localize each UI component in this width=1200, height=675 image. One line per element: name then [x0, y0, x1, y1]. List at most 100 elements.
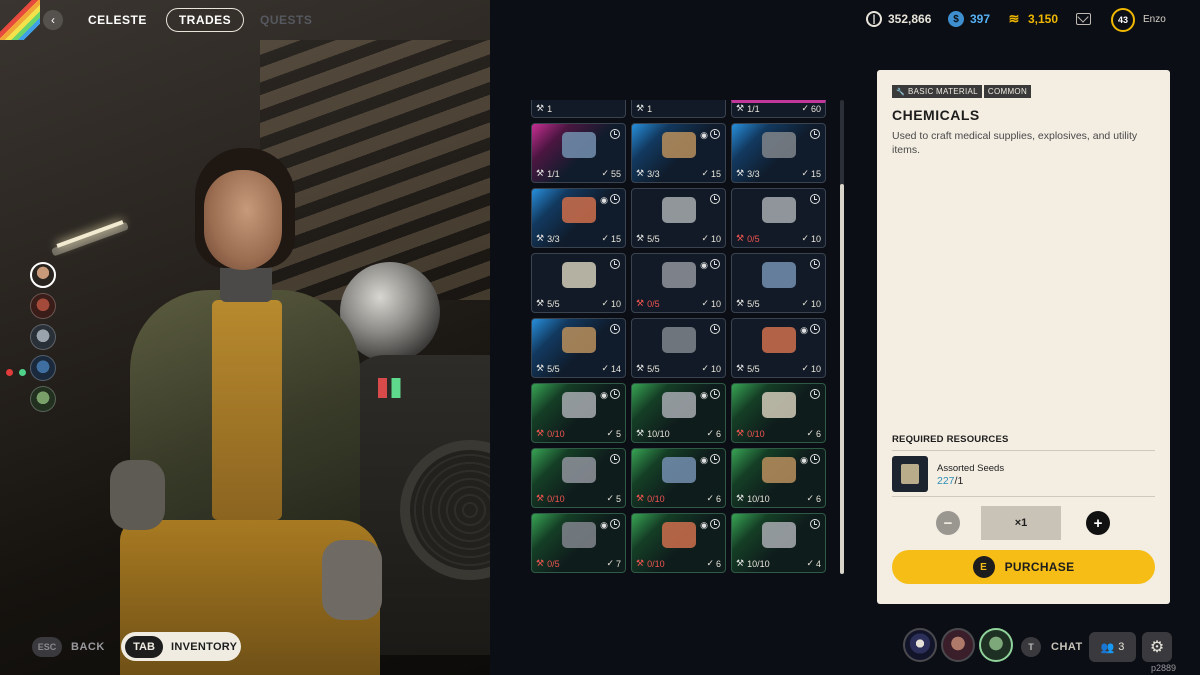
trade-item-slot[interactable]: ◉ ⚒ 10/10 ✓ 6 [631, 383, 726, 443]
purchase-button[interactable]: E PURCHASE [892, 550, 1155, 584]
watch-eye-icon: ◉ [800, 455, 808, 465]
esc-key-hint[interactable]: ESC [32, 637, 62, 657]
item-image [662, 197, 696, 223]
trade-item-slot[interactable]: ⚒ 1/1 ✓ 60 [731, 100, 826, 118]
item-price: ✓ 10 [801, 298, 821, 309]
price-value: 7 [615, 558, 621, 569]
wrench-icon: ⚒ [736, 493, 745, 503]
wrench-icon: 🔧 [896, 88, 906, 96]
item-price: ✓ 10 [601, 298, 621, 309]
currency-check-icon: ✓ [601, 168, 609, 178]
chat-key-hint[interactable]: T [1021, 637, 1041, 657]
watch-eye-icon: ◉ [800, 325, 808, 335]
resource-thumbnail[interactable] [892, 456, 928, 492]
trade-item-slot[interactable]: ⚒ 5/5 ✓ 10 [731, 253, 826, 313]
trade-item-slot[interactable]: ◉ ⚒ 3/3 ✓ 15 [631, 123, 726, 183]
divider [892, 496, 1155, 497]
chat-label[interactable]: CHAT [1051, 641, 1083, 653]
trader-avatar-2[interactable] [30, 293, 56, 319]
item-image [662, 262, 696, 288]
party-avatar-2[interactable] [941, 628, 975, 662]
stock-count: 3/3 [547, 233, 560, 244]
trade-item-slot[interactable]: ⚒ 3/3 ✓ 15 [731, 123, 826, 183]
top-bar: ‹ CELESTE TRADES QUESTS | 352,866 $ 397 … [0, 0, 1200, 40]
trade-item-slot[interactable]: ◉ ⚒ 3/3 ✓ 15 [531, 188, 626, 248]
tab-quests[interactable]: QUESTS [260, 13, 312, 27]
trade-item-slot[interactable]: ⚒ 5/5 ✓ 10 [531, 253, 626, 313]
item-stock: ⚒ 1/1 [536, 168, 560, 179]
trade-item-slot[interactable]: ⚒ 0/10 ✓ 5 [531, 448, 626, 508]
back-label[interactable]: BACK [71, 641, 105, 653]
timer-icon [710, 194, 720, 204]
mail-icon[interactable] [1076, 13, 1091, 25]
currency-blue: $ 397 [948, 11, 990, 27]
quantity-display: ×1 [981, 506, 1061, 540]
trade-item-slot[interactable]: ◉ ⚒ 5/5 ✓ 10 [731, 318, 826, 378]
price-value: 5 [615, 428, 621, 439]
divider [892, 450, 1155, 451]
stock-count: 0/10 [547, 493, 565, 504]
price-value: 6 [715, 428, 721, 439]
trade-item-slot[interactable]: ◉ ⚒ 10/10 ✓ 6 [731, 448, 826, 508]
trade-item-slot[interactable]: ◉ ⚒ 0/10 ✓ 6 [631, 448, 726, 508]
inventory-button[interactable]: TAB INVENTORY [121, 632, 241, 661]
player-name[interactable]: Enzo [1143, 14, 1166, 25]
settings-button[interactable]: ⚙ [1142, 632, 1172, 662]
scrollbar-thumb[interactable] [840, 184, 844, 574]
party-button[interactable]: 👥 3 [1089, 632, 1136, 662]
item-stock: ⚒ 0/5 [536, 558, 560, 569]
item-price: ✓ 10 [701, 233, 721, 244]
inventory-label: INVENTORY [171, 640, 238, 653]
trade-item-slot[interactable]: ◉ ⚒ 0/10 ✓ 5 [531, 383, 626, 443]
item-price: ✓ 6 [806, 493, 821, 504]
increase-quantity-button[interactable]: + [1086, 511, 1110, 535]
back-arrow-button[interactable]: ‹ [43, 10, 63, 30]
trade-item-slot[interactable]: ⚒ 1/1 ✓ 55 [531, 123, 626, 183]
party-avatar-3[interactable] [979, 628, 1013, 662]
trade-item-slot[interactable]: ◉ ⚒ 0/10 ✓ 6 [631, 513, 726, 573]
back-arrow-icon: ‹ [51, 13, 55, 27]
decrease-quantity-button[interactable]: − [936, 511, 960, 535]
trade-item-slot[interactable]: ⚒ 0/5 ✓ 10 [731, 188, 826, 248]
stock-count: 5/5 [547, 363, 560, 374]
trade-item-slot[interactable]: ⚒ 10/10 ✓ 4 [731, 513, 826, 573]
item-image [662, 392, 696, 418]
trade-item-slot[interactable]: ⚒ 5/5 ✓ 10 [631, 188, 726, 248]
wrench-icon: ⚒ [636, 233, 645, 243]
stock-count: 0/10 [647, 558, 665, 569]
wrench-icon: ⚒ [536, 558, 545, 568]
trade-item-slot[interactable]: ⚒ 1 [531, 100, 626, 118]
item-image [762, 327, 796, 353]
watch-eye-icon: ◉ [700, 130, 708, 140]
trade-item-slot[interactable]: ⚒ 5/5 ✓ 10 [631, 318, 726, 378]
currency-check-icon: ✓ [801, 103, 809, 113]
item-tags: 🔧 BASIC MATERIAL COMMON [892, 85, 1032, 98]
gold-token-icon: ≋ [1008, 11, 1020, 26]
wrench-icon: ⚒ [636, 558, 645, 568]
item-image [762, 262, 796, 288]
trade-item-slot[interactable]: ◉ ⚒ 0/5 ✓ 10 [631, 253, 726, 313]
player-level-badge[interactable]: 43 [1111, 8, 1135, 32]
timer-icon [610, 454, 620, 464]
trader-avatar-5[interactable] [30, 386, 56, 412]
party-avatar-1[interactable] [903, 628, 937, 662]
trade-item-slot[interactable]: ◉ ⚒ 0/5 ✓ 7 [531, 513, 626, 573]
wrench-icon: ⚒ [736, 103, 745, 113]
trade-item-slot[interactable]: ⚒ 1 [631, 100, 726, 118]
required-resources-heading: REQUIRED RESOURCES [892, 434, 1009, 445]
trade-item-slot[interactable]: ⚒ 0/10 ✓ 6 [731, 383, 826, 443]
price-value: 6 [715, 558, 721, 569]
trader-avatar-3[interactable] [30, 324, 56, 350]
character-glove-left [110, 460, 165, 530]
tab-trades[interactable]: TRADES [166, 8, 244, 32]
resource-need: /1 [954, 475, 964, 487]
trade-item-slot[interactable]: ⚒ 5/5 ✓ 14 [531, 318, 626, 378]
grid-scrollbar[interactable] [840, 100, 844, 574]
stock-count: 5/5 [647, 363, 660, 374]
trader-avatar-celeste[interactable] [30, 262, 56, 288]
item-image [662, 522, 696, 548]
trader-avatar-4[interactable] [30, 355, 56, 381]
item-image [562, 262, 596, 288]
character-glove-right [322, 540, 382, 620]
price-value: 10 [810, 363, 821, 374]
